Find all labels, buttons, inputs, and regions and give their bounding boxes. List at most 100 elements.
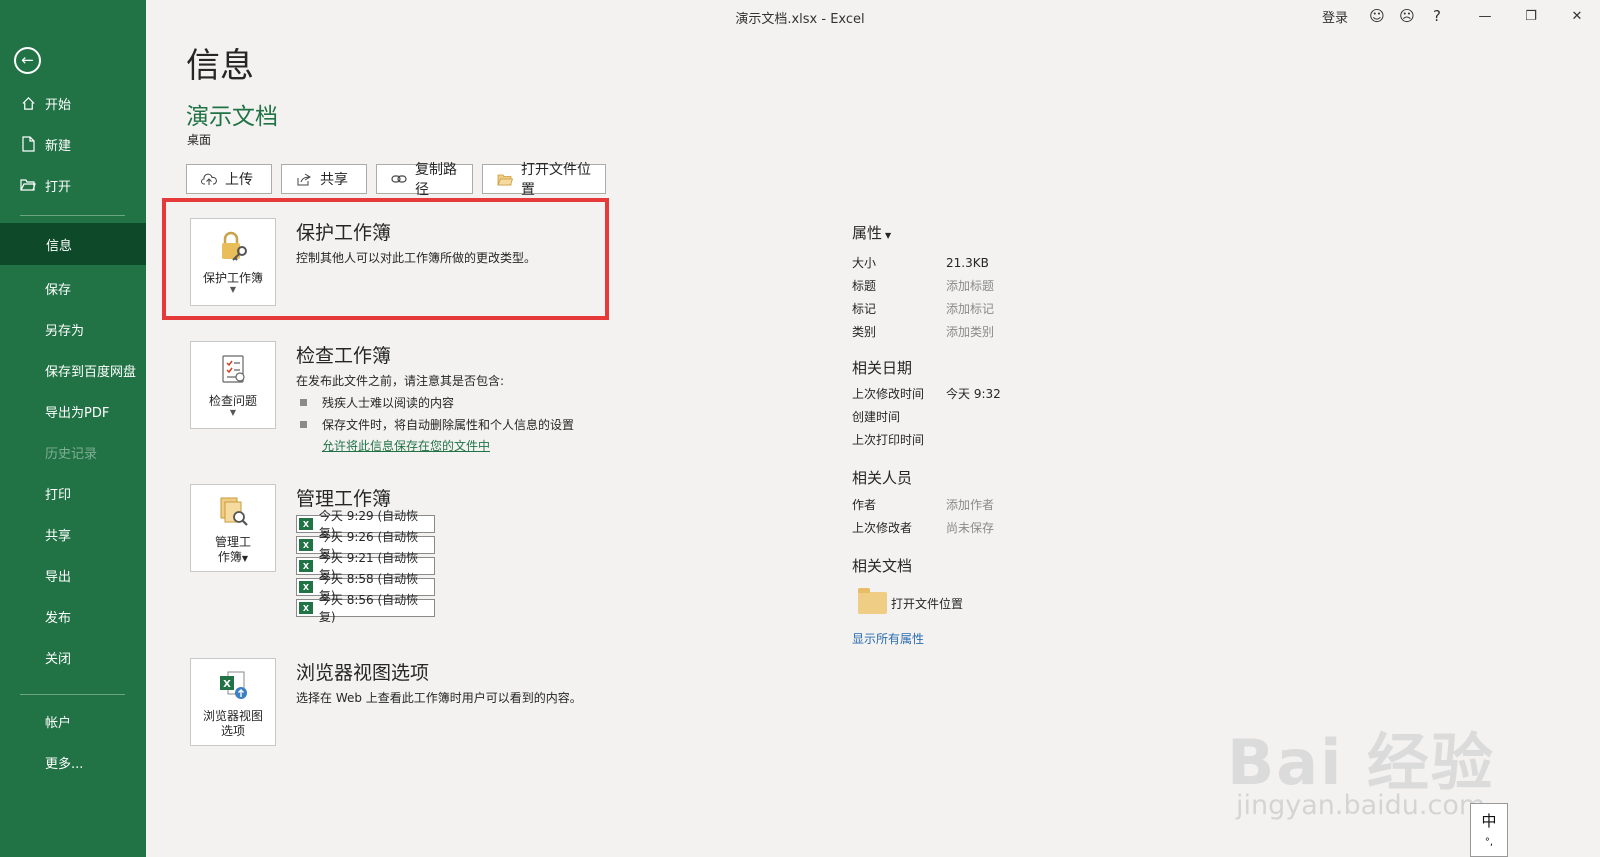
nav-divider bbox=[20, 694, 125, 695]
nav-label: 打开 bbox=[45, 179, 72, 195]
nav-home[interactable]: 开始 bbox=[0, 83, 146, 123]
tile-label: 浏览器视图 选项 bbox=[203, 709, 263, 739]
property-size: 大小 21.3KB bbox=[852, 251, 1112, 274]
frown-feedback-icon[interactable]: ☹ bbox=[1392, 4, 1422, 28]
red-highlight-annotation bbox=[162, 198, 609, 320]
document-actions: 上传 共享 复制路径 打开文件位置 bbox=[186, 162, 606, 198]
property-value: 21.3KB bbox=[946, 255, 989, 270]
excel-file-icon: X bbox=[299, 581, 313, 593]
inspect-workbook-section: 检查问题 ▼ 检查工作簿 在发布此文件之前，请注意其是否包含: 残疾人士难以阅读… bbox=[190, 341, 610, 453]
property-key: 作者 bbox=[852, 498, 877, 512]
nav-label: 历史记录 bbox=[45, 446, 98, 462]
nav-export[interactable]: 导出 bbox=[0, 555, 146, 595]
nav-account[interactable]: 帐户 bbox=[0, 701, 146, 741]
tile-label: 检查问题 bbox=[208, 394, 257, 408]
nav-label: 导出 bbox=[45, 569, 72, 585]
section-description: 选择在 Web 上查看此工作簿时用户可以看到的内容。 bbox=[296, 691, 582, 705]
add-author-field[interactable]: 添加作者 bbox=[946, 496, 994, 513]
add-category-field[interactable]: 添加类别 bbox=[946, 323, 994, 340]
list-item: 保存文件时，将自动删除属性和个人信息的设置 bbox=[296, 416, 716, 433]
property-key: 创建时间 bbox=[852, 410, 901, 424]
open-file-location-link[interactable]: 打开文件位置 bbox=[858, 588, 1112, 614]
browser-view-section: X 浏览器视图 选项 浏览器视图选项 选择在 Web 上查看此工作簿时用户可以看… bbox=[190, 658, 610, 748]
property-last-modified-by: 上次修改者 尚未保存 bbox=[852, 516, 1112, 539]
smile-feedback-icon[interactable]: ☺ bbox=[1362, 4, 1392, 28]
nav-close[interactable]: 关闭 bbox=[0, 637, 146, 677]
property-key: 标记 bbox=[852, 302, 877, 316]
nav-save-baidu[interactable]: 保存到百度网盘 bbox=[0, 350, 146, 390]
bullet-text: 残疾人士难以阅读的内容 bbox=[322, 396, 455, 410]
nav-save-as[interactable]: 另存为 bbox=[0, 309, 146, 349]
property-category: 类别 添加类别 bbox=[852, 320, 1112, 343]
nav-export-pdf[interactable]: 导出为PDF bbox=[0, 391, 146, 431]
minimize-icon[interactable]: — bbox=[1462, 4, 1508, 28]
title-bar-controls: 登录 ☺ ☹ ? — ❐ ✕ bbox=[1322, 4, 1600, 28]
allow-save-info-link[interactable]: 允许将此信息保存在您的文件中 bbox=[322, 437, 716, 454]
copy-path-button[interactable]: 复制路径 bbox=[376, 162, 473, 198]
nav-history: 历史记录 bbox=[0, 432, 146, 472]
property-key: 类别 bbox=[852, 325, 877, 339]
section-heading: 检查工作簿 bbox=[296, 345, 392, 367]
related-people-heading: 相关人员 bbox=[852, 469, 913, 487]
ime-mode: 中 bbox=[1481, 812, 1497, 830]
signin-link[interactable]: 登录 bbox=[1322, 7, 1348, 26]
property-title: 标题 添加标题 bbox=[852, 274, 1112, 297]
nav-info[interactable]: 信息 bbox=[0, 223, 146, 265]
property-key: 标题 bbox=[852, 279, 877, 293]
property-author: 作者 添加作者 bbox=[852, 493, 1112, 516]
nav-new[interactable]: 新建 bbox=[0, 124, 146, 164]
nav-share[interactable]: 共享 bbox=[0, 514, 146, 554]
browser-view-options-tile[interactable]: X 浏览器视图 选项 bbox=[190, 658, 276, 746]
help-icon[interactable]: ? bbox=[1422, 4, 1452, 28]
tile-label-line: 浏览器视图 bbox=[202, 709, 263, 723]
nav-label: 信息 bbox=[46, 238, 73, 254]
nav-label: 新建 bbox=[45, 138, 72, 154]
tile-label: 管理工 作簿▼ bbox=[215, 535, 251, 566]
autorecover-version[interactable]: X 今天 8:56 (自动恢复) bbox=[296, 593, 435, 624]
link-icon bbox=[391, 174, 407, 184]
bullet-square bbox=[300, 399, 307, 406]
show-all-properties-link[interactable]: 显示所有属性 bbox=[852, 630, 1112, 647]
upload-button[interactable]: 上传 bbox=[186, 164, 272, 194]
tile-label-line: 选项 bbox=[220, 724, 245, 738]
manage-text: 管理工作簿 X 今天 9:29 (自动恢复) X 今天 9:26 (自动恢复) X今… bbox=[296, 484, 716, 624]
nav-save[interactable]: 保存 bbox=[0, 268, 146, 308]
manage-workbook-section: 管理工 作簿▼ 管理工作簿 X 今天 9:29 (自动恢复) X 今天 9:26 (… bbox=[190, 484, 610, 624]
nav-more[interactable]: 更多... bbox=[0, 742, 146, 782]
document-location: 桌面 bbox=[187, 133, 212, 147]
nav-label: 关闭 bbox=[45, 651, 72, 667]
manage-workbook-tile[interactable]: 管理工 作簿▼ bbox=[190, 484, 276, 572]
back-arrow-icon[interactable]: ← bbox=[14, 47, 41, 74]
section-description: 在发布此文件之前，请注意其是否包含: bbox=[296, 374, 505, 388]
version-label: 今天 8:56 (自动恢复) bbox=[318, 593, 419, 624]
property-key: 上次修改者 bbox=[852, 521, 913, 535]
nav-label: 帐户 bbox=[45, 715, 72, 731]
add-tags-field[interactable]: 添加标记 bbox=[946, 300, 994, 317]
related-doc-label: 打开文件位置 bbox=[891, 596, 964, 611]
nav-publish[interactable]: 发布 bbox=[0, 596, 146, 636]
close-icon[interactable]: ✕ bbox=[1554, 4, 1600, 28]
manage-documents-icon bbox=[216, 495, 250, 531]
open-folder-icon bbox=[20, 177, 36, 193]
check-for-issues-tile[interactable]: 检查问题 ▼ bbox=[190, 341, 276, 429]
nav-print[interactable]: 打印 bbox=[0, 473, 146, 513]
open-file-location-button[interactable]: 打开文件位置 bbox=[482, 162, 606, 198]
nav-label: 开始 bbox=[45, 97, 72, 113]
tile-label-line: 作簿 bbox=[217, 550, 242, 564]
excel-file-icon: X bbox=[299, 518, 313, 530]
related-docs-heading: 相关文档 bbox=[852, 557, 913, 575]
add-title-field[interactable]: 添加标题 bbox=[946, 277, 994, 294]
nav-label: 导出为PDF bbox=[45, 405, 110, 421]
properties-heading[interactable]: 属性 ▼ bbox=[852, 222, 1112, 243]
inspect-text: 检查工作簿 在发布此文件之前，请注意其是否包含: 残疾人士难以阅读的内容 保存文… bbox=[296, 341, 716, 454]
share-button[interactable]: 共享 bbox=[281, 164, 367, 194]
ime-indicator[interactable]: 中 °, bbox=[1470, 803, 1508, 857]
nav-open[interactable]: 打开 bbox=[0, 165, 146, 205]
chevron-down-icon: ▼ bbox=[885, 231, 892, 240]
folder-icon bbox=[858, 588, 887, 614]
nav-label: 打印 bbox=[45, 487, 72, 503]
window-title: 演示文档.xlsx - Excel bbox=[735, 12, 865, 27]
restore-icon[interactable]: ❐ bbox=[1508, 4, 1554, 28]
nav-divider bbox=[20, 215, 125, 216]
property-created: 创建时间 bbox=[852, 405, 1112, 428]
